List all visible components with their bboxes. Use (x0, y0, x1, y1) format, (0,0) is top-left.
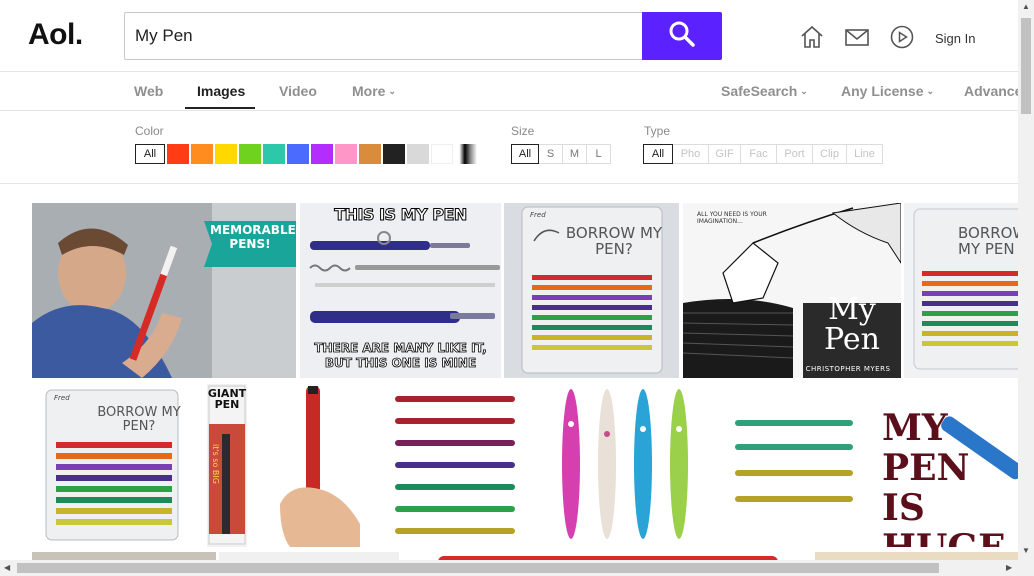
tab-images[interactable]: Images (197, 83, 245, 99)
tab-more[interactable]: More ⌄ (352, 83, 396, 99)
type-filter-label: Type (644, 124, 671, 138)
scroll-right-arrow-icon[interactable]: ▶ (1006, 563, 1012, 572)
image-caption: BORROW MY PEN? (565, 224, 663, 258)
color-swatch-green[interactable] (239, 144, 261, 164)
image-filters: Color All Size All S M L Type All Pho GI… (0, 112, 1018, 184)
type-all-option[interactable]: All (643, 144, 673, 164)
green-gold-pens-picture (735, 420, 853, 502)
color-swatches: All (135, 144, 479, 164)
image-result[interactable]: BORROW MY PEN? Fred (32, 384, 204, 547)
image-caption: BORROW MY PEN (958, 224, 1018, 258)
image-result[interactable] (543, 384, 708, 547)
license-label: Any License (841, 83, 924, 99)
scroll-up-arrow-icon[interactable]: ▲ (1022, 2, 1030, 11)
message-pens-picture (395, 396, 515, 534)
image-result[interactable]: BORROW MY PEN (904, 203, 1018, 378)
type-options: All Pho GIF Fac Port Clip Line (643, 144, 883, 164)
color-swatch-black-white[interactable] (455, 144, 477, 164)
book-author: CHRISTOPHER MYERS (805, 365, 891, 373)
sign-in-link[interactable]: Sign In (935, 31, 975, 46)
color-swatch-blue[interactable] (287, 144, 309, 164)
color-swatch-purple[interactable] (311, 144, 333, 164)
image-result[interactable]: MEMORABLE PENS! (32, 203, 296, 378)
color-swatch-black[interactable] (383, 144, 405, 164)
image-caption: BORROW MY PEN? (97, 405, 181, 434)
color-swatch-pink[interactable] (335, 144, 357, 164)
image-result[interactable] (711, 384, 866, 547)
image-results-grid: MEMORABLE PENS! THIS IS MY PEN THERE ARE… (0, 185, 1018, 576)
safesearch-label: SafeSearch (721, 83, 798, 99)
size-large-option[interactable]: L (587, 144, 611, 164)
brand-label: Fred (530, 211, 546, 219)
color-filter-label: Color (135, 124, 164, 138)
type-line-option[interactable]: Line (847, 144, 883, 164)
vertical-scrollbar[interactable]: ▲ ▼ (1018, 0, 1034, 560)
tab-video[interactable]: Video (279, 83, 317, 99)
type-portrait-option[interactable]: Port (777, 144, 813, 164)
meme-top-text: THIS IS MY PEN (334, 205, 468, 225)
vertical-scroll-thumb[interactable] (1021, 18, 1031, 114)
chevron-down-icon: ⌄ (926, 86, 935, 96)
image-caption: MY PEN IS HUGE (882, 407, 1006, 547)
safesearch-dropdown[interactable]: SafeSearch ⌄ (721, 83, 808, 99)
type-gif-option[interactable]: GIF (709, 144, 741, 164)
color-swatch-brown[interactable] (359, 144, 381, 164)
hand-holding-pen-picture (280, 386, 360, 547)
meme-bottom-text: THERE ARE MANY LIKE IT, BUT THIS ONE IS … (314, 341, 487, 371)
search-button[interactable] (642, 12, 722, 60)
search-box[interactable] (124, 12, 642, 60)
patterned-pens-picture (562, 389, 688, 539)
image-result[interactable]: GIANT PEN it's so BIG (207, 384, 247, 547)
mail-icon[interactable] (844, 24, 870, 50)
search-input[interactable] (125, 13, 642, 59)
image-result[interactable]: BORROW MY PEN? Fred (504, 203, 679, 378)
image-result[interactable] (373, 384, 540, 547)
size-filter-label: Size (511, 124, 535, 138)
active-tab-indicator (185, 107, 255, 109)
color-all-option[interactable]: All (135, 144, 165, 164)
image-caption: MEMORABLE PENS! (210, 223, 296, 251)
size-options: All S M L (511, 144, 611, 164)
image-result[interactable]: THIS IS MY PEN THERE ARE MANY LIKE IT, B… (300, 203, 501, 378)
chevron-down-icon: ⌄ (800, 86, 808, 96)
search-tabs: Web Images Video More ⌄ SafeSearch ⌄ Any L… (0, 72, 1031, 111)
scroll-left-arrow-icon[interactable]: ◀ (4, 563, 10, 572)
header: Aol. Sign In (0, 0, 1018, 72)
color-swatch-red[interactable] (167, 144, 189, 164)
horizontal-scrollbar[interactable]: ◀ ▶ (0, 560, 1034, 576)
type-face-option[interactable]: Fac (741, 144, 777, 164)
image-subcaption: it's so BIG (211, 444, 220, 484)
tab-web[interactable]: Web (134, 83, 163, 99)
size-medium-option[interactable]: M (563, 144, 587, 164)
scroll-down-arrow-icon[interactable]: ▼ (1022, 546, 1030, 555)
video-play-icon[interactable] (889, 24, 915, 50)
horizontal-scroll-thumb[interactable] (17, 563, 939, 573)
aol-image-search-page: Aol. Sign In Web Images Video More⌄ Safe… (0, 0, 1034, 576)
color-swatch-teal[interactable] (263, 144, 285, 164)
chevron-down-icon: ⌄ (388, 86, 396, 96)
image-caption: GIANT PEN (207, 387, 247, 411)
type-photo-option[interactable]: Pho (673, 144, 709, 164)
color-swatch-gray[interactable] (407, 144, 429, 164)
color-swatch-orange[interactable] (191, 144, 213, 164)
color-swatch-white[interactable] (431, 144, 453, 164)
aol-logo[interactable]: Aol. (28, 18, 83, 52)
size-all-option[interactable]: All (511, 144, 539, 164)
color-swatch-yellow[interactable] (215, 144, 237, 164)
license-dropdown[interactable]: Any License ⌄ (841, 83, 934, 99)
brand-label: Fred (54, 394, 70, 402)
home-icon[interactable] (799, 24, 825, 50)
image-result[interactable]: ALL YOU NEED IS YOUR IMAGINATION... My P… (683, 203, 901, 378)
book-title: My Pen (824, 292, 880, 357)
book-tagline: ALL YOU NEED IS YOUR IMAGINATION... (697, 211, 767, 225)
tab-more-label: More (352, 83, 386, 99)
type-clipart-option[interactable]: Clip (813, 144, 847, 164)
image-result[interactable] (250, 384, 370, 547)
image-result[interactable]: MY PEN IS HUGE (878, 384, 1018, 547)
search-icon (668, 20, 696, 53)
size-small-option[interactable]: S (539, 144, 563, 164)
